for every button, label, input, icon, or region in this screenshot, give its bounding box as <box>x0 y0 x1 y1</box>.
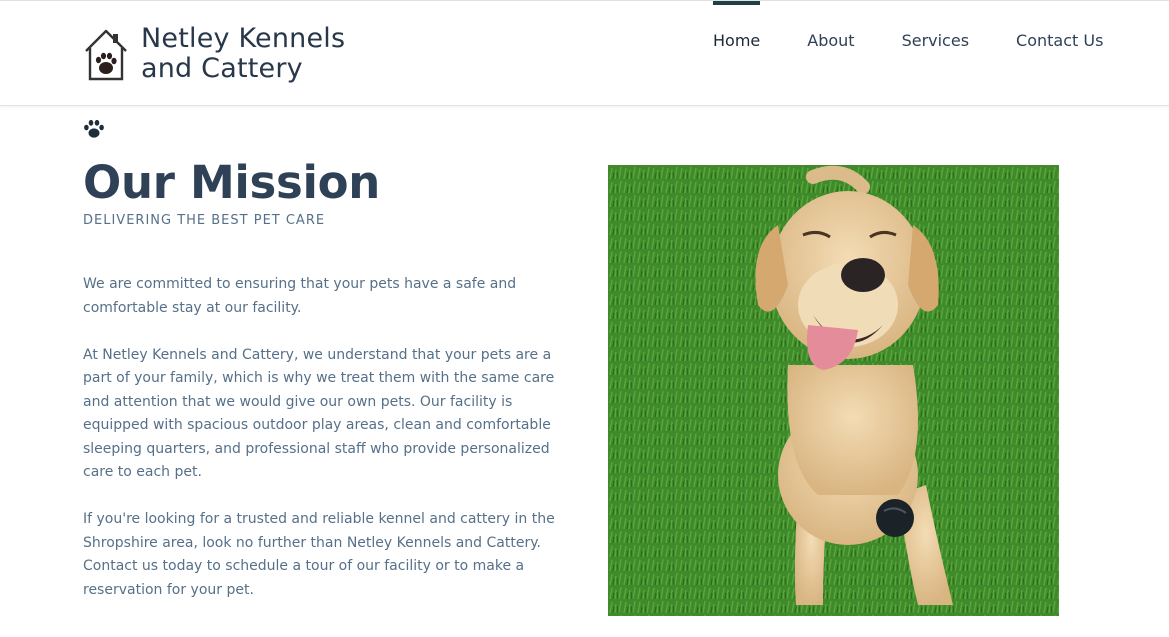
house-paw-icon <box>83 27 141 87</box>
main-nav: Home About Services Contact Us <box>700 1 1103 105</box>
dog-photo <box>608 165 1059 616</box>
nav-services[interactable]: Services <box>902 1 969 105</box>
site-name-line-2: and Cattery <box>141 53 303 84</box>
site-logo[interactable]: Netley Kennels and Cattery <box>83 24 345 87</box>
mission-body: We are committed to ensuring that your p… <box>83 273 578 626</box>
mission-subtitle: DELIVERING THE BEST PET CARE <box>83 213 326 228</box>
nav-home[interactable]: Home <box>713 1 761 105</box>
nav-contact-us[interactable]: Contact Us <box>1016 1 1103 105</box>
site-name-line-1: Netley Kennels <box>141 23 346 54</box>
mission-title: Our Mission <box>83 156 381 209</box>
mission-paragraph-1: We are committed to ensuring that your p… <box>83 276 517 316</box>
mission-paragraph-3: If you're looking for a trusted and reli… <box>83 511 555 598</box>
nav-about[interactable]: About <box>807 1 854 105</box>
site-header: Netley Kennels and Cattery Home About Se… <box>0 0 1169 106</box>
site-name: Netley Kennels and Cattery <box>141 24 345 84</box>
mission-paragraph-2: At Netley Kennels and Cattery, we unders… <box>83 346 555 481</box>
